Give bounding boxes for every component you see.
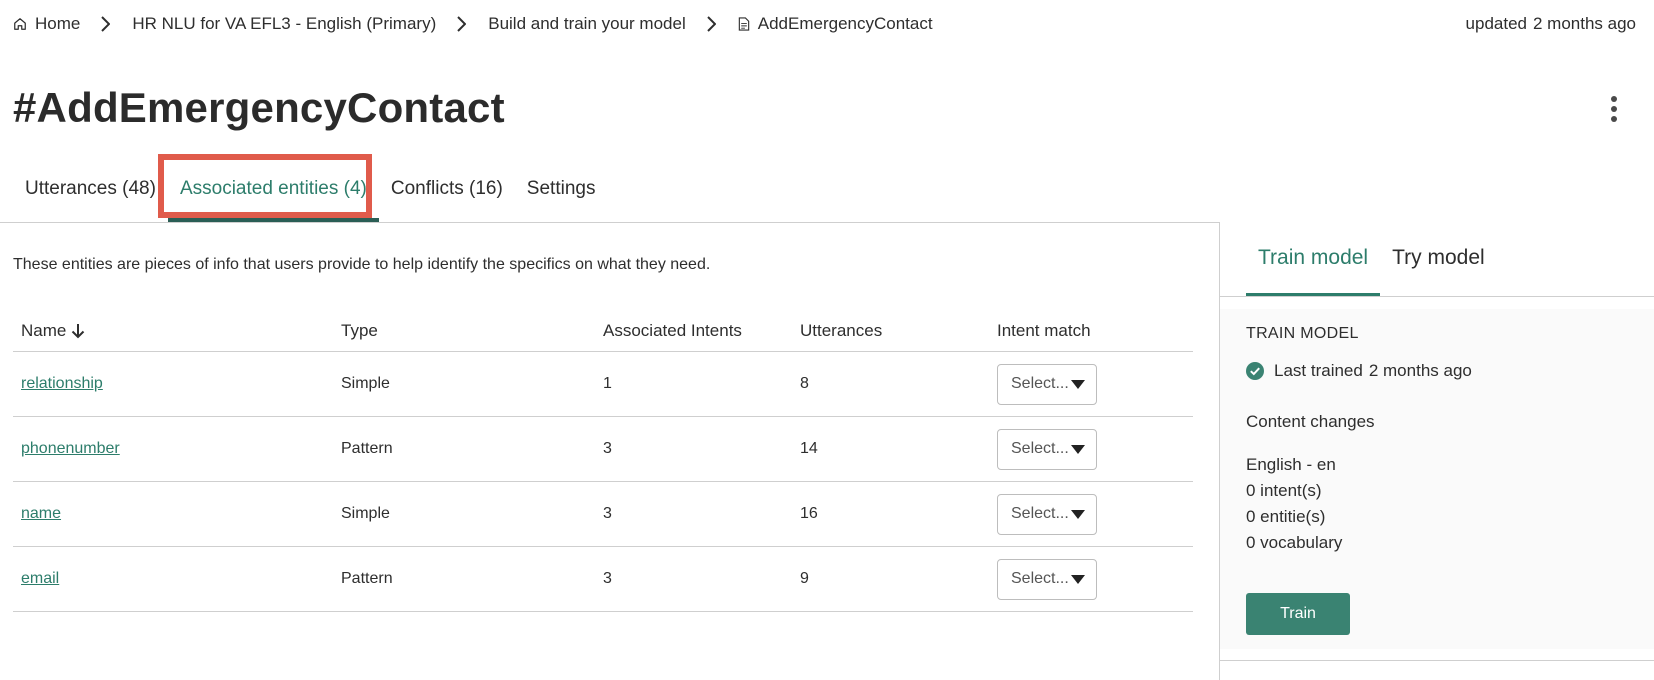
entity-link[interactable]: email (21, 570, 59, 587)
chevron-right-icon (706, 16, 716, 32)
table-row: relationship Simple 1 8 Select... (13, 352, 1193, 417)
train-button[interactable]: Train (1246, 593, 1350, 635)
entity-utterances-count: 14 (800, 440, 818, 457)
tab-bar: Utterances (48) Associated entities (4) … (13, 160, 607, 222)
entity-intents-count: 3 (603, 570, 612, 587)
breadcrumb: Home HR NLU for VA EFL3 - English (Prima… (13, 12, 933, 36)
tab-conflicts[interactable]: Conflicts (16) (379, 160, 515, 222)
intent-match-select[interactable]: Select... (997, 558, 1097, 600)
breadcrumb-build-train[interactable]: Build and train your model (488, 14, 686, 34)
intent-match-select[interactable]: Select... (997, 493, 1097, 535)
breadcrumb-home[interactable]: Home (13, 14, 80, 34)
chevron-right-icon (100, 16, 111, 32)
training-status: Last trained 2 months ago (1246, 361, 1472, 381)
select-value: Select... (1011, 570, 1069, 587)
breadcrumb-current[interactable]: AddEmergencyContact (738, 14, 933, 34)
chevron-right-icon (456, 16, 467, 32)
divider (0, 222, 1220, 223)
column-header-name-label: Name (21, 320, 67, 340)
column-header-intents: Associated Intents (603, 320, 742, 340)
updated-label: updated (1465, 14, 1527, 33)
table-row: phonenumber Pattern 3 14 Select... (13, 417, 1193, 482)
home-icon (14, 18, 26, 30)
select-value: Select... (1011, 505, 1069, 522)
intent-match-select[interactable]: Select... (997, 363, 1097, 405)
table-header: Name Type Associated Intents Utterances … (13, 310, 1193, 352)
breadcrumb-build-train-label: Build and train your model (488, 14, 686, 33)
entity-link[interactable]: phonenumber (21, 440, 120, 457)
entity-intents-count: 3 (603, 505, 612, 522)
entity-intents-count: 3 (603, 440, 612, 457)
entity-utterances-count: 9 (800, 570, 809, 587)
tab-associated-entities[interactable]: Associated entities (4) (167, 160, 379, 222)
divider (1220, 660, 1654, 661)
table-row: email Pattern 3 9 Select... (13, 547, 1193, 612)
content-changes-heading: Content changes (1246, 412, 1375, 431)
entities-description: These entities are pieces of info that u… (13, 256, 711, 273)
caret-down-icon (1070, 379, 1085, 389)
entity-type: Simple (341, 375, 390, 392)
divider (1220, 296, 1654, 297)
train-model-heading: TRAIN MODEL (1246, 325, 1359, 342)
change-entities: 0 entitie(s) (1246, 507, 1326, 526)
arrow-down-icon (72, 323, 85, 338)
tab-utterances[interactable]: Utterances (48) (13, 160, 168, 222)
change-language: English - en (1246, 455, 1336, 474)
entity-type: Simple (341, 505, 390, 522)
page-title: #AddEmergencyContact (13, 84, 505, 131)
select-value: Select... (1011, 440, 1069, 457)
caret-down-icon (1070, 509, 1085, 519)
tab-train-model[interactable]: Train model (1246, 222, 1381, 296)
table-row: name Simple 3 16 Select... (13, 482, 1193, 547)
status-value: 2 months ago (1368, 361, 1472, 380)
entity-intents-count: 1 (603, 375, 612, 392)
tab-try-model[interactable]: Try model (1380, 222, 1497, 296)
column-header-type: Type (341, 320, 378, 340)
column-header-intent-match: Intent match (997, 320, 1091, 340)
column-header-name[interactable]: Name (13, 321, 341, 341)
breadcrumb-home-label: Home (35, 14, 81, 33)
document-icon (738, 17, 749, 31)
entity-link[interactable]: name (21, 505, 61, 522)
breadcrumb-project[interactable]: HR NLU for VA EFL3 - English (Primary) (132, 14, 436, 34)
change-vocabulary: 0 vocabulary (1246, 533, 1343, 552)
entity-utterances-count: 8 (800, 375, 809, 392)
train-model-section: TRAIN MODEL Last trained 2 months ago Co… (1220, 309, 1654, 649)
breadcrumb-project-label: HR NLU for VA EFL3 - English (Primary) (132, 14, 437, 33)
updated-value: 2 months ago (1532, 14, 1636, 33)
change-intents: 0 intent(s) (1246, 481, 1322, 500)
status-label: Last trained (1274, 361, 1363, 380)
entity-link[interactable]: relationship (21, 375, 103, 392)
content-changes-list: English - en 0 intent(s) 0 entitie(s) 0 … (1246, 452, 1342, 556)
sort-by-name[interactable]: Name (21, 321, 85, 341)
entity-type: Pattern (341, 570, 393, 587)
caret-down-icon (1070, 574, 1085, 584)
updated-timestamp: updated 2 months ago (1466, 12, 1636, 36)
train-panel: Train model Try model TRAIN MODEL Last t… (1219, 222, 1654, 680)
column-header-utterances: Utterances (800, 320, 883, 340)
panel-tab-bar: Train model Try model (1246, 222, 1497, 296)
entity-type: Pattern (341, 440, 393, 457)
overflow-menu-icon[interactable] (1608, 96, 1620, 122)
intent-match-select[interactable]: Select... (997, 428, 1097, 470)
caret-down-icon (1070, 444, 1085, 454)
breadcrumb-current-label: AddEmergencyContact (757, 14, 933, 33)
check-circle-icon (1246, 362, 1264, 380)
tab-settings[interactable]: Settings (515, 160, 608, 222)
entity-utterances-count: 16 (800, 505, 818, 522)
entities-table: Name Type Associated Intents Utterances … (13, 310, 1193, 612)
select-value: Select... (1011, 375, 1069, 392)
